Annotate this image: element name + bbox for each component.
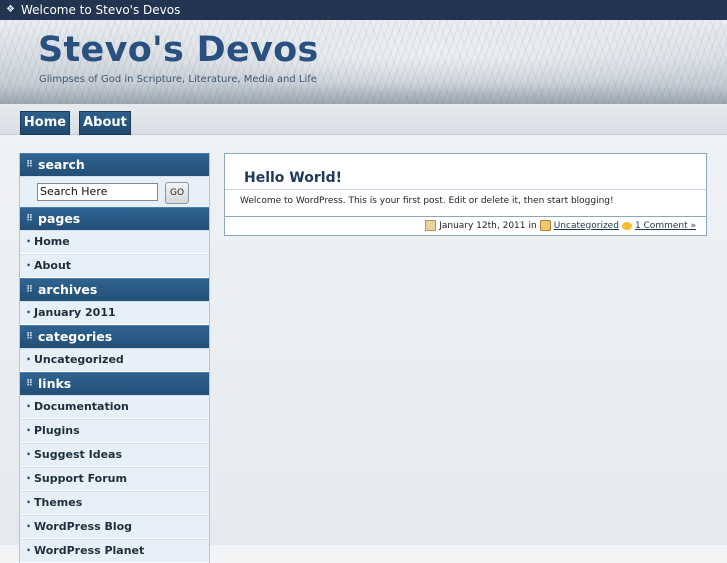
in-label: in [528, 220, 537, 231]
grip-icon: ⠿ [26, 285, 34, 295]
bullet-icon: • [26, 450, 32, 459]
folder-icon [539, 220, 551, 231]
archives-heading: ⠿ archives [20, 278, 209, 301]
bullet-icon: • [26, 355, 32, 364]
sidebar-item-wordpress-blog[interactable]: • WordPress Blog [20, 515, 209, 539]
nav-about[interactable]: About [79, 111, 131, 135]
site-tagline: Glimpses of God in Scripture, Literature… [39, 74, 317, 85]
links-heading: ⠿ links [20, 372, 209, 395]
categories-heading: ⠿ categories [20, 325, 209, 348]
bullet-icon: • [26, 261, 32, 270]
sidebar-item-wordpress-planet[interactable]: • WordPress Planet [20, 539, 209, 563]
sidebar-item-themes[interactable]: • Themes [20, 491, 209, 515]
pages-heading: ⠿ pages [20, 207, 209, 230]
search-heading: ⠿ search [20, 153, 209, 176]
bullet-icon: • [26, 546, 32, 555]
top-bar: ❖ Welcome to Stevo's Devos [0, 0, 727, 20]
bullet-icon: • [26, 402, 32, 411]
welcome-text: Welcome to Stevo's Devos [20, 3, 181, 17]
grip-icon: ⠿ [26, 160, 34, 170]
comments-link[interactable]: 1 Comment » [635, 221, 696, 231]
bullet-icon: • [26, 474, 32, 483]
bullet-icon: • [26, 308, 32, 317]
divider [225, 189, 706, 190]
sidebar-item-about[interactable]: • About [20, 254, 209, 278]
site-header: Stevo's Devos Glimpses of God in Scriptu… [0, 20, 727, 104]
bullet-icon: • [26, 237, 32, 246]
bullet-icon: • [26, 498, 32, 507]
bullet-icon: • [26, 522, 32, 531]
search-box: GO [20, 176, 209, 207]
sidebar-item-documentation[interactable]: • Documentation [20, 395, 209, 419]
sidebar-item-suggest-ideas[interactable]: • Suggest Ideas [20, 443, 209, 467]
divider [225, 216, 706, 217]
sidebar-item-support-forum[interactable]: • Support Forum [20, 467, 209, 491]
sidebar-item-home[interactable]: • Home [20, 230, 209, 254]
post-body: Welcome to WordPress. This is your first… [240, 196, 614, 206]
sidebar-item-plugins[interactable]: • Plugins [20, 419, 209, 443]
sidebar-item-january-2011[interactable]: • January 2011 [20, 301, 209, 325]
comment-icon [621, 221, 632, 230]
share-icon: ❖ [6, 4, 15, 15]
site-title[interactable]: Stevo's Devos [38, 30, 319, 70]
grip-icon: ⠿ [26, 379, 34, 389]
post-date: January 12th, 2011 [439, 220, 526, 231]
sidebar-item-uncategorized[interactable]: • Uncategorized [20, 348, 209, 372]
category-link[interactable]: Uncategorized [554, 221, 619, 231]
nav-home[interactable]: Home [20, 111, 70, 135]
grip-icon: ⠿ [26, 332, 34, 342]
grip-icon: ⠿ [26, 214, 34, 224]
search-input[interactable] [37, 183, 158, 201]
calendar-icon [425, 220, 437, 231]
post-title[interactable]: Hello World! [244, 170, 342, 186]
bullet-icon: • [26, 426, 32, 435]
sidebar: ⠿ search GO ⠿ pages • Home • About ⠿ arc… [19, 153, 210, 563]
post-meta: January 12th, 2011 in Uncategorized 1 Co… [425, 220, 696, 231]
main-nav: Home About [0, 104, 727, 135]
search-go-button[interactable]: GO [165, 182, 189, 204]
post-card: Hello World! Welcome to WordPress. This … [224, 153, 707, 236]
